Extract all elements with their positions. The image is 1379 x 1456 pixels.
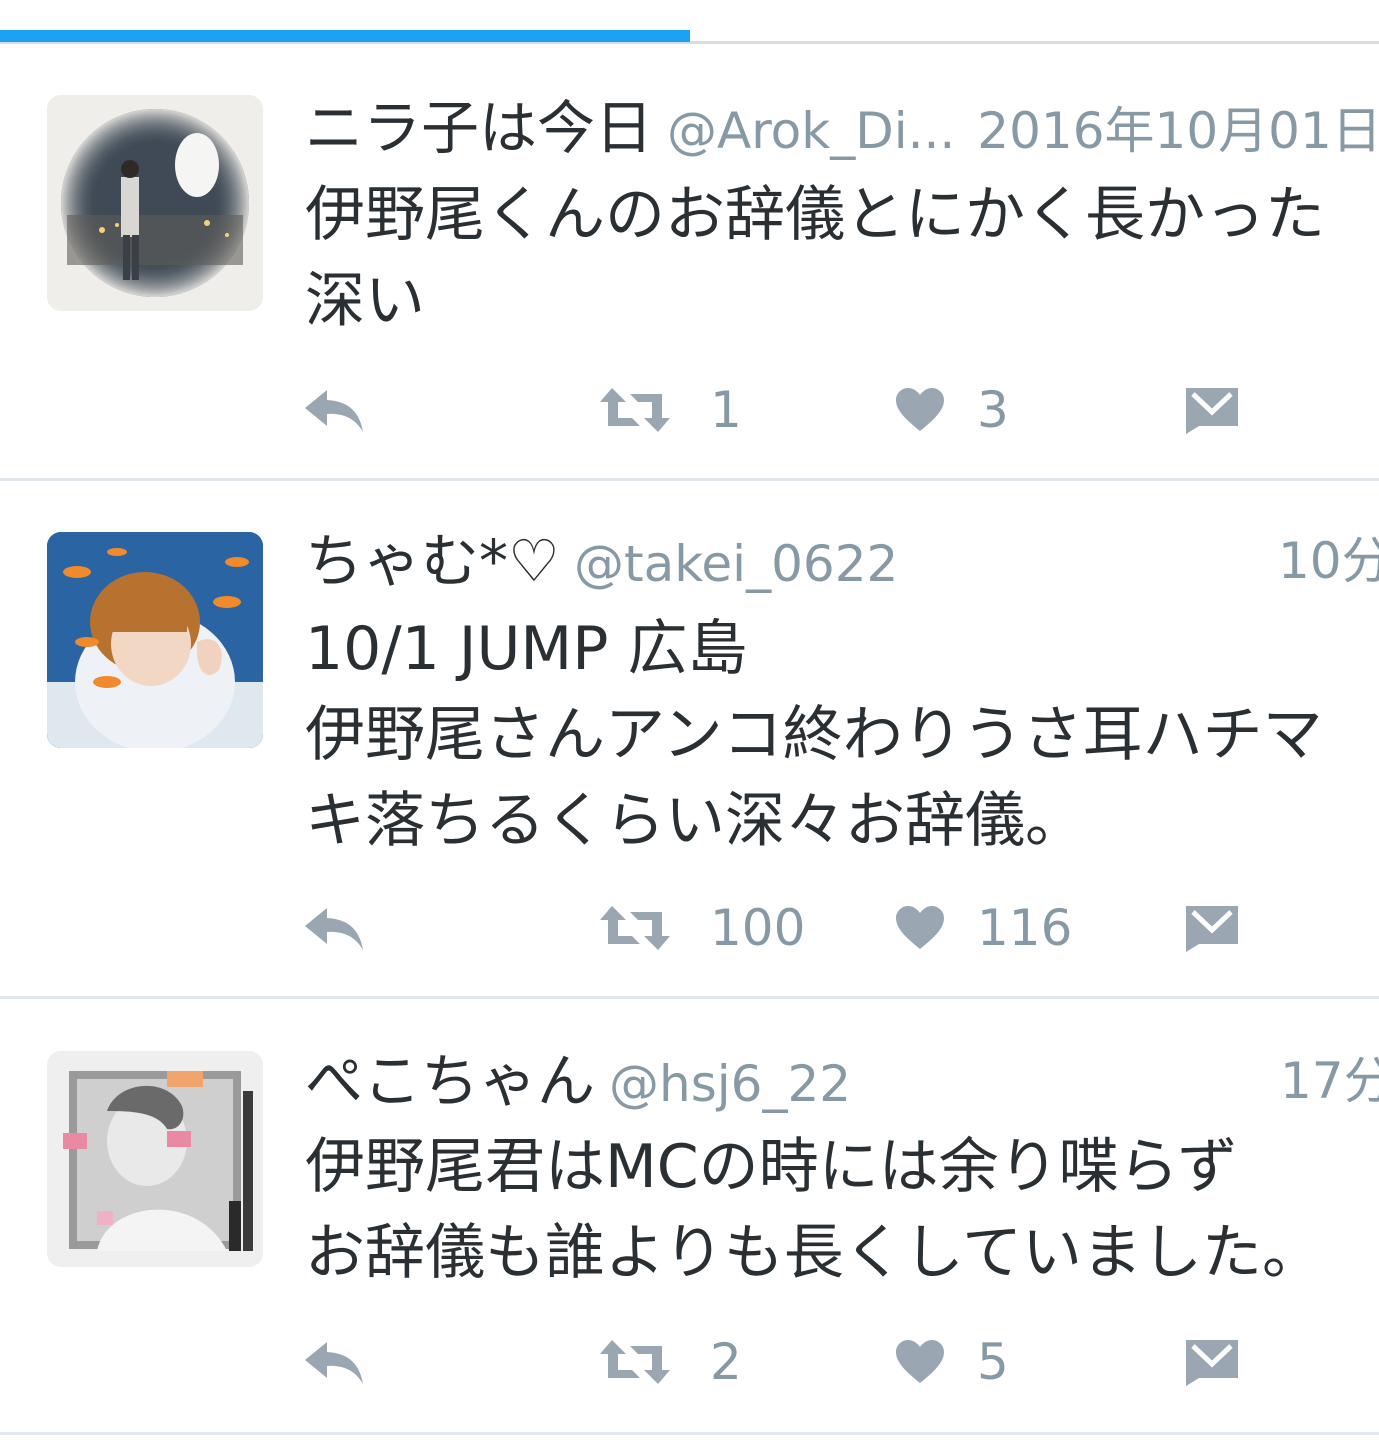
direct-message-icon (1185, 1338, 1239, 1386)
retweet-count: 1 (710, 381, 742, 439)
tweet-header: ぺこちゃん @hsj6_22 (305, 1046, 1259, 1116)
user-avatar[interactable] (47, 95, 263, 311)
tweet-text: 伊野尾君はMCの時には余り喋らず お辞儀も誰よりも長くしていました。 (305, 1132, 1322, 1288)
heart-icon (895, 1339, 945, 1385)
reply-button[interactable] (303, 380, 365, 440)
user-handle[interactable]: @Arok_Di... (667, 102, 955, 160)
reply-icon (303, 904, 365, 952)
tweet-actions: 2 5 (0, 1332, 1379, 1392)
direct-message-button[interactable] (1185, 1332, 1239, 1392)
user-avatar[interactable] (47, 532, 263, 748)
like-button[interactable]: 116 (895, 898, 1072, 958)
tweet-header: ちゃむ*♡ @takei_0622 (305, 526, 1259, 596)
direct-message-icon (1185, 904, 1239, 952)
retweet-icon (598, 904, 672, 952)
tweet-timestamp: 2016年10月01日 (977, 102, 1379, 160)
user-handle[interactable]: @takei_0622 (574, 535, 898, 593)
retweet-count: 100 (710, 899, 806, 957)
tweet-item[interactable]: ニラ子は今日 @Arok_Di... 2016年10月01日 伊野尾くんのお辞儀とに… (0, 46, 1379, 480)
tweet-item[interactable]: ちゃむ*♡ @takei_0622 10分 10/1 JUMP 広島 伊野尾さんア… (0, 482, 1379, 998)
retweet-button[interactable]: 2 (598, 1332, 742, 1392)
tweet-actions: 100 116 (0, 898, 1379, 958)
tweet-divider (0, 478, 1379, 481)
retweet-count: 2 (710, 1333, 742, 1391)
retweet-button[interactable]: 1 (598, 380, 742, 440)
reply-icon (303, 1338, 365, 1386)
loading-progress-bar (0, 30, 1379, 44)
user-handle[interactable]: @hsj6_22 (609, 1055, 851, 1113)
tweet-timestamp: 10分 (1278, 532, 1379, 590)
tweet-timestamp: 17分 (1280, 1052, 1379, 1110)
like-count: 116 (977, 899, 1073, 957)
display-name[interactable]: ニラ子は今日 (305, 94, 653, 162)
reply-button[interactable] (303, 898, 365, 958)
tweet-header: ニラ子は今日 @Arok_Di... 2016年10月01日 (305, 93, 1379, 163)
retweet-button[interactable]: 100 (598, 898, 805, 958)
tweet-text: 伊野尾くんのお辞儀とにかく長かった 深い (305, 180, 1325, 336)
user-avatar[interactable] (47, 1051, 263, 1267)
tweet-actions: 1 3 (0, 380, 1379, 440)
tweet-text: 10/1 JUMP 広島 伊野尾さんアンコ終わりうさ耳ハチマキ落ちるくらい深々お… (305, 614, 1323, 856)
direct-message-button[interactable] (1185, 898, 1239, 958)
direct-message-button[interactable] (1185, 380, 1239, 440)
reply-button[interactable] (303, 1332, 365, 1392)
reply-icon (303, 386, 365, 434)
progress-fill (0, 30, 690, 42)
heart-icon (895, 387, 945, 433)
like-button[interactable]: 3 (895, 380, 1009, 440)
retweet-icon (598, 1338, 672, 1386)
like-count: 3 (977, 381, 1009, 439)
timeline-screen: ニラ子は今日 @Arok_Di... 2016年10月01日 伊野尾くんのお辞儀とに… (0, 0, 1379, 1456)
like-count: 5 (977, 1333, 1009, 1391)
tweet-item[interactable]: ぺこちゃん @hsj6_22 17分 伊野尾君はMCの時には余り喋らず お辞儀も誰… (0, 1000, 1379, 1436)
direct-message-icon (1185, 386, 1239, 434)
display-name[interactable]: ぺこちゃん (305, 1047, 595, 1115)
tweet-divider (0, 1432, 1379, 1435)
like-button[interactable]: 5 (895, 1332, 1009, 1392)
retweet-icon (598, 386, 672, 434)
display-name[interactable]: ちゃむ*♡ (305, 527, 560, 595)
heart-icon (895, 905, 945, 951)
tweet-divider (0, 996, 1379, 999)
